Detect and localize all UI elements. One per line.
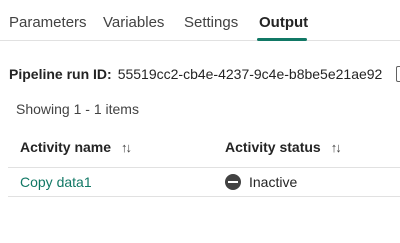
- activity-status: Inactive: [225, 174, 297, 190]
- tab-output[interactable]: Output: [259, 14, 308, 31]
- column-header-label: Activity name: [20, 139, 112, 155]
- activity-name-link[interactable]: Copy data1: [20, 174, 92, 190]
- pipeline-run-id-label: Pipeline run ID:: [9, 66, 112, 82]
- column-header-activity-status[interactable]: Activity status ↑↓: [225, 139, 342, 155]
- activity-status-label: Inactive: [249, 174, 298, 190]
- inactive-icon: [225, 174, 241, 190]
- items-count: Showing 1 - 1 items: [16, 101, 139, 117]
- tab-bar: Parameters Variables Settings Output: [0, 0, 400, 41]
- sort-arrows-icon[interactable]: ↑↓: [331, 140, 342, 155]
- pipeline-run-id-value: 55519cc2-cb4e-4237-9c4e-b8be5e21ae92: [117, 66, 383, 82]
- column-header-label: Activity status: [225, 139, 321, 155]
- table-header: Activity name ↑↓ Activity status ↑↓: [8, 124, 400, 168]
- tab-variables[interactable]: Variables: [103, 14, 164, 31]
- activity-table: Activity name ↑↓ Activity status ↑↓ Copy d…: [8, 124, 400, 197]
- table-row: Copy data1 Inactive: [8, 168, 400, 197]
- active-tab-indicator: [257, 38, 307, 41]
- copy-icon[interactable]: [396, 66, 400, 82]
- pipeline-run-id: Pipeline run ID: 55519cc2-cb4e-4237-9c4e-…: [9, 66, 382, 82]
- tab-parameters[interactable]: Parameters: [9, 14, 87, 31]
- sort-arrows-icon[interactable]: ↑↓: [121, 140, 132, 155]
- column-header-activity-name[interactable]: Activity name ↑↓: [20, 139, 132, 155]
- tab-settings[interactable]: Settings: [184, 14, 238, 31]
